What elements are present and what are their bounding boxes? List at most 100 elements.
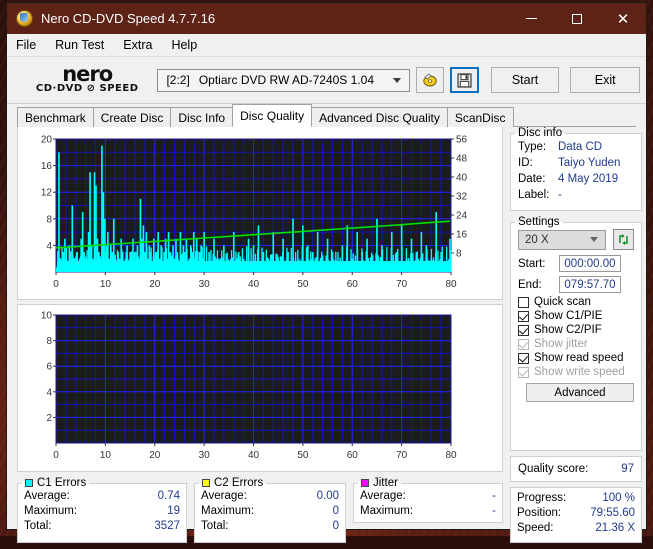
speed-row: 20 X xyxy=(511,228,641,253)
eject-disc-button[interactable] xyxy=(416,67,445,93)
checkbox-checked-disabled-icon xyxy=(518,366,529,378)
svg-text:20: 20 xyxy=(149,450,161,461)
menu-item-help[interactable]: Help xyxy=(171,38,197,52)
svg-text:40: 40 xyxy=(456,173,468,184)
svg-text:30: 30 xyxy=(199,279,211,290)
disc-id-row: ID: Taiyo Yuden xyxy=(511,155,641,171)
checkbox-checked-icon xyxy=(518,352,529,364)
disc-label-label: Label: xyxy=(518,189,550,201)
c1-errors-box: C1 Errors Average: 0.74 Maximum: 19 Total:… xyxy=(17,477,187,543)
tab-benchmark[interactable]: Benchmark xyxy=(17,107,94,127)
close-icon: ✕ xyxy=(616,10,630,28)
disc-label-row: Label: - xyxy=(511,187,641,203)
disc-type-value: Data CD xyxy=(558,141,603,153)
save-floppy-icon xyxy=(457,72,472,88)
checkbox-checked-icon xyxy=(518,310,529,322)
svg-text:16: 16 xyxy=(41,161,53,172)
jitter-box: Jitter Average: - Maximum: - xyxy=(353,477,503,523)
tab-advanced-disc-quality[interactable]: Advanced Disc Quality xyxy=(311,107,448,127)
svg-text:8: 8 xyxy=(46,214,52,225)
svg-text:32: 32 xyxy=(456,192,468,203)
c1-average-row: Average: 0.74 xyxy=(18,489,186,504)
checkbox-show-read-speed[interactable]: Show read speed xyxy=(511,351,641,365)
c2-errors-title: C2 Errors xyxy=(214,477,264,489)
refresh-button[interactable] xyxy=(613,229,634,250)
start-button[interactable]: Start xyxy=(490,67,560,93)
svg-text:80: 80 xyxy=(445,279,457,290)
c2-maximum-value: 0 xyxy=(332,505,339,517)
c1-error-chart[interactable]: 48121620 8162432404856 0 10 20 30 40 50 60 70 80 xyxy=(20,131,491,297)
advanced-button[interactable]: Advanced xyxy=(526,383,634,402)
tab-create-disc[interactable]: Create Disc xyxy=(92,107,172,127)
c2-error-chart-panel: 2 4 6 8 10 0 10 20 30 40 50 60 70 80 xyxy=(17,304,503,472)
position-row: Position: 79:55.60 xyxy=(511,506,641,521)
end-position-row: End: 079:57.70 xyxy=(511,274,641,295)
c2-error-chart[interactable]: 2 4 6 8 10 0 10 20 30 40 50 60 70 80 xyxy=(20,309,491,469)
c2-total-row: Total: 0 xyxy=(195,519,345,534)
logo-line-1: nero xyxy=(62,61,113,86)
tab-disc-quality[interactable]: Disc Quality xyxy=(232,104,313,127)
checkbox-show-write-speed: Show write speed xyxy=(511,365,641,379)
disc-date-label: Date: xyxy=(518,173,546,185)
c2-color-swatch xyxy=(202,479,210,487)
svg-text:6: 6 xyxy=(46,362,52,373)
menu-item-extra[interactable]: Extra xyxy=(123,38,152,52)
checkbox-checked-icon xyxy=(518,324,529,336)
disc-date-value: 4 May 2019 xyxy=(558,173,619,185)
speed-select[interactable]: 20 X xyxy=(518,229,606,250)
svg-text:0: 0 xyxy=(53,450,59,461)
start-position-input[interactable]: 000:00.00 xyxy=(559,255,621,272)
disc-id-value: Taiyo Yuden xyxy=(558,157,621,169)
svg-text:12: 12 xyxy=(41,188,53,199)
svg-text:20: 20 xyxy=(149,279,161,290)
settings-title: Settings xyxy=(518,216,560,228)
c1-maximum-label: Maximum: xyxy=(24,505,78,517)
c1-total-value: 3527 xyxy=(154,520,180,532)
minimize-button[interactable] xyxy=(508,3,554,34)
jitter-color-swatch xyxy=(361,479,369,487)
svg-text:60: 60 xyxy=(347,450,359,461)
checkbox-show-c1-pie[interactable]: Show C1/PIE xyxy=(511,309,641,323)
maximize-button[interactable] xyxy=(554,3,600,34)
menu-item-file[interactable]: File xyxy=(16,38,36,52)
checkbox-show-write-speed-label: Show write speed xyxy=(534,366,625,378)
checkbox-show-jitter-label: Show jitter xyxy=(534,338,588,350)
exit-button[interactable]: Exit xyxy=(570,67,641,93)
checkbox-show-c2-pif[interactable]: Show C2/PIF xyxy=(511,323,641,337)
speed-value-status: 21.36 X xyxy=(595,522,635,534)
c2-maximum-label: Maximum: xyxy=(201,505,255,517)
disc-info-title: Disc info xyxy=(518,127,563,139)
title-bar: Nero CD-DVD Speed 4.7.7.16 ✕ xyxy=(7,3,646,34)
svg-text:56: 56 xyxy=(456,135,468,146)
position-label: Position: xyxy=(517,507,562,519)
c2-total-value: 0 xyxy=(332,520,339,532)
drive-number: [2:2] xyxy=(166,73,190,87)
tab-scandisc[interactable]: ScanDisc xyxy=(446,107,514,127)
c1-errors-legend: C1 Errors xyxy=(22,477,89,489)
c1-color-swatch xyxy=(25,479,33,487)
end-position-input[interactable]: 079:57.70 xyxy=(559,276,621,293)
drive-selector[interactable]: [2:2] Optiarc DVD RW AD-7240S 1.04 xyxy=(157,68,410,92)
disc-info-box: Disc info Type: Data CD ID: Taiyo Yuden Da… xyxy=(510,127,642,211)
svg-text:8: 8 xyxy=(46,336,52,347)
checkbox-show-c2-pif-label: Show C2/PIF xyxy=(534,324,602,336)
svg-text:50: 50 xyxy=(297,279,309,290)
error-summary-row: C1 Errors Average: 0.74 Maximum: 19 Total:… xyxy=(17,477,503,543)
refresh-arrows-icon xyxy=(619,234,628,245)
c2-average-row: Average: 0.00 xyxy=(195,489,345,504)
disc-date-row: Date: 4 May 2019 xyxy=(511,171,641,187)
tab-disc-info[interactable]: Disc Info xyxy=(170,107,234,127)
svg-text:70: 70 xyxy=(396,450,408,461)
close-button[interactable]: ✕ xyxy=(600,3,646,34)
jitter-maximum-label: Maximum: xyxy=(360,505,414,517)
jitter-average-value: - xyxy=(492,490,496,502)
jitter-legend: Jitter xyxy=(358,477,401,489)
quality-score-box: Quality score: 97 xyxy=(510,456,642,482)
svg-text:10: 10 xyxy=(100,279,112,290)
start-position-row: Start: 000:00.00 xyxy=(511,253,641,274)
jitter-average-row: Average: - xyxy=(354,489,502,504)
progress-label: Progress: xyxy=(517,492,567,504)
save-results-button[interactable] xyxy=(450,67,479,93)
menu-item-run-test[interactable]: Run Test xyxy=(55,38,104,52)
checkbox-quick-scan[interactable]: Quick scan xyxy=(511,295,641,309)
